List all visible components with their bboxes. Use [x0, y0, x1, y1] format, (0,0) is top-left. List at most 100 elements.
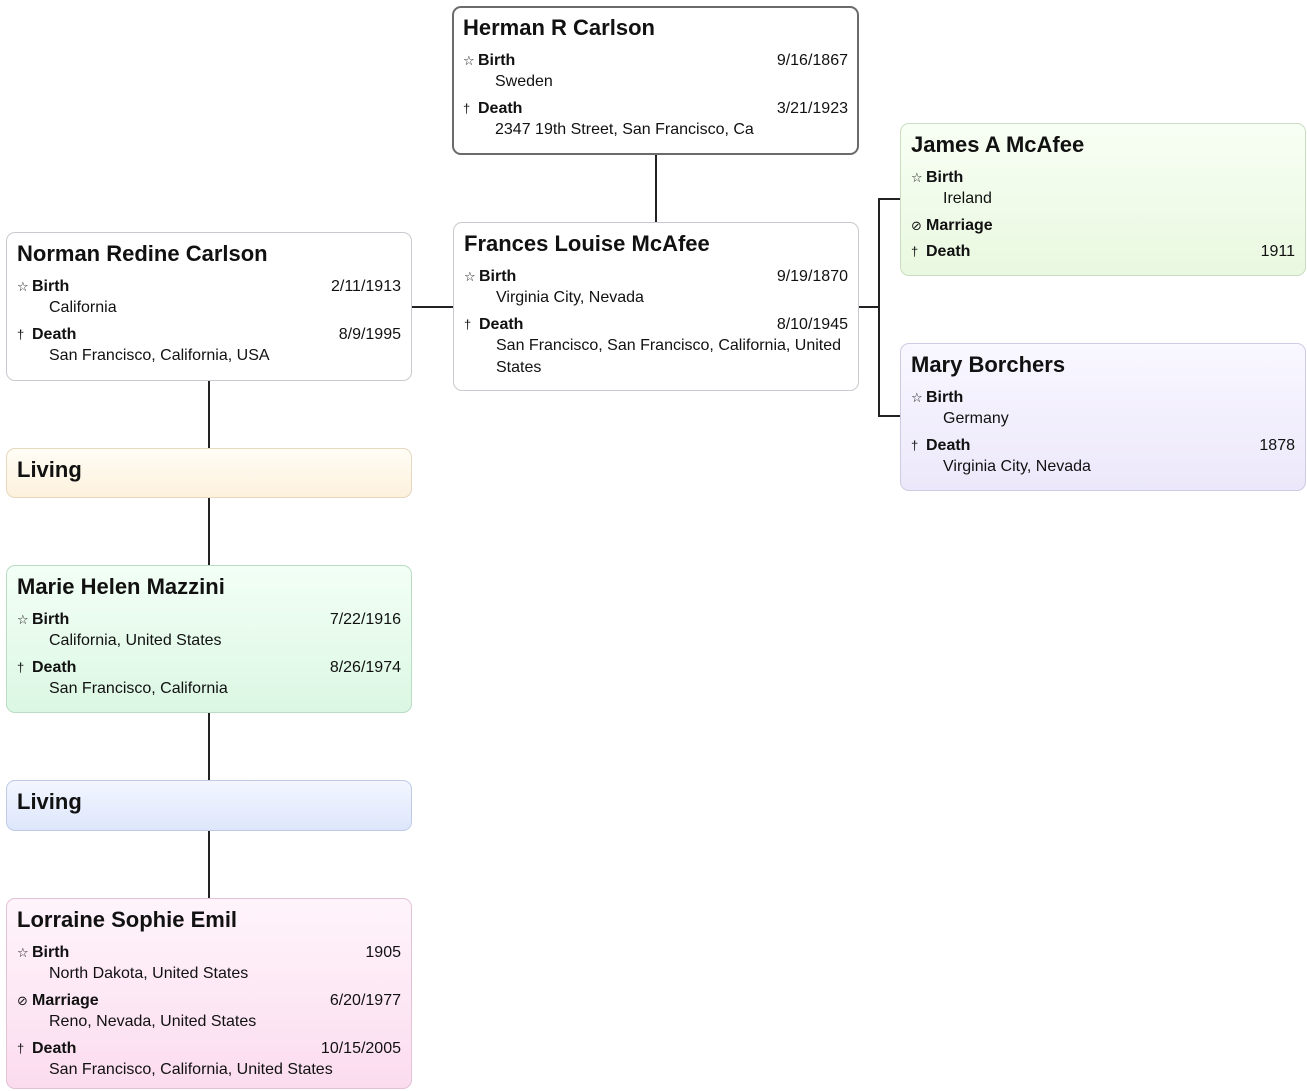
connector-marie-living2: [208, 712, 210, 781]
event-marriage: ⊘ Marriage 6/20/1977 Reno, Nevada, United S…: [17, 991, 401, 1033]
event-birth: ☆ Birth Germany: [911, 388, 1295, 430]
event-label: Death: [32, 1040, 77, 1057]
person-card-herman[interactable]: Herman R Carlson ☆ Birth 9/16/1867 Sweden † D…: [452, 6, 859, 155]
event-date: 1905: [365, 944, 401, 961]
person-name: Lorraine Sophie Emil: [17, 907, 238, 932]
event-place: North Dakota, United States: [49, 965, 249, 982]
event-date: 3/21/1923: [776, 100, 848, 117]
birth-star-icon: ☆: [463, 53, 475, 68]
person-card-james[interactable]: James A McAfee ☆ Birth Ireland ⊘ Marriage † De…: [900, 123, 1306, 276]
person-name: James A McAfee: [911, 132, 1085, 157]
event-death: † Death 8/9/1995 San Francisco, California,…: [17, 325, 401, 367]
birth-star-icon: ☆: [464, 269, 476, 284]
connector-to-james: [878, 198, 900, 200]
connector-norman-living1: [208, 380, 210, 448]
person-card-marie[interactable]: Marie Helen Mazzini ☆ Birth 7/22/1916 Calif…: [6, 565, 412, 713]
event-place: California: [49, 299, 117, 316]
event-label: Birth: [478, 52, 516, 69]
event-date: 8/10/1945: [776, 316, 848, 333]
person-name: Norman Redine Carlson: [17, 241, 268, 266]
event-birth: ☆ Birth Ireland: [911, 168, 1295, 210]
event-death: † Death 3/21/1923 2347 19th Street, San Fra…: [463, 99, 848, 141]
marriage-rings-icon: ⊘: [17, 993, 28, 1008]
person-name: Herman R Carlson: [463, 15, 655, 40]
death-cross-icon: †: [17, 660, 25, 675]
event-label: Birth: [926, 389, 964, 406]
event-date: 1911: [1260, 243, 1295, 260]
person-name: Marie Helen Mazzini: [17, 574, 225, 599]
event-place: California, United States: [49, 632, 222, 649]
event-birth: ☆ Birth 9/19/1870 Virginia City, Nevada: [464, 267, 848, 309]
event-date: 9/19/1870: [776, 268, 848, 285]
event-place: San Francisco, San Francisco, California…: [496, 337, 842, 376]
event-label: Death: [926, 243, 971, 260]
birth-star-icon: ☆: [17, 279, 29, 294]
person-card-lorraine[interactable]: Lorraine Sophie Emil ☆ Birth 1905 North Dak…: [6, 898, 412, 1089]
event-label: Death: [479, 316, 524, 333]
event-place: 2347 19th Street, San Francisco, Ca: [495, 121, 754, 138]
person-card-frances[interactable]: Frances Louise McAfee ☆ Birth 9/19/1870 Vir…: [453, 222, 859, 391]
death-cross-icon: †: [463, 101, 471, 116]
event-place: Virginia City, Nevada: [943, 458, 1091, 475]
event-label: Death: [32, 326, 77, 343]
event-date: 7/22/1916: [329, 611, 401, 628]
death-cross-icon: †: [464, 317, 472, 332]
event-birth: ☆ Birth 2/11/1913 California: [17, 277, 401, 319]
event-place: Ireland: [943, 190, 992, 207]
event-death: † Death 1911: [911, 242, 1295, 262]
event-label: Death: [32, 659, 77, 676]
marriage-rings-icon: ⊘: [911, 218, 922, 233]
connector-parents-bracket: [878, 198, 880, 416]
event-label: Birth: [926, 169, 964, 186]
event-label: Birth: [32, 611, 70, 628]
event-label: Birth: [479, 268, 517, 285]
event-date: 8/26/1974: [329, 659, 401, 676]
event-place: Sweden: [495, 73, 553, 90]
person-card-norman[interactable]: Norman Redine Carlson ☆ Birth 2/11/1913 Cal…: [6, 232, 412, 381]
person-name: Living: [17, 789, 82, 814]
event-date: 1878: [1259, 437, 1295, 454]
event-place: Virginia City, Nevada: [496, 289, 644, 306]
event-date: 2/11/1913: [331, 278, 401, 295]
person-card-mary[interactable]: Mary Borchers ☆ Birth Germany † Death 1878 Vir…: [900, 343, 1306, 491]
event-label: Birth: [32, 944, 70, 961]
event-date: 9/16/1867: [776, 52, 848, 69]
birth-star-icon: ☆: [911, 170, 923, 185]
event-place: Reno, Nevada, United States: [49, 1013, 257, 1030]
person-name: Frances Louise McAfee: [464, 231, 710, 256]
connector-to-mary: [878, 415, 900, 417]
birth-star-icon: ☆: [911, 390, 923, 405]
event-death: † Death 8/26/1974 San Francisco, California: [17, 658, 401, 700]
event-birth: ☆ Birth 9/16/1867 Sweden: [463, 51, 848, 93]
event-date: 6/20/1977: [329, 992, 401, 1009]
event-date: 10/15/2005: [320, 1040, 401, 1057]
event-place: San Francisco, California, United States: [49, 1061, 333, 1078]
event-death: † Death 1878 Virginia City, Nevada: [911, 436, 1295, 478]
event-death: † Death 8/10/1945 San Francisco, San Franci…: [464, 315, 848, 379]
event-label: Marriage: [926, 217, 993, 234]
event-date: 8/9/1995: [338, 326, 401, 343]
event-label: Death: [926, 437, 971, 454]
event-birth: ☆ Birth 1905 North Dakota, United States: [17, 943, 401, 985]
event-place: Germany: [943, 410, 1009, 427]
connector-herman-frances: [655, 154, 657, 222]
event-death: † Death 10/15/2005 San Francisco, Californi…: [17, 1039, 401, 1081]
event-place: San Francisco, California: [49, 680, 228, 697]
death-cross-icon: †: [911, 438, 919, 453]
event-marriage: ⊘ Marriage: [911, 216, 1295, 236]
death-cross-icon: †: [17, 327, 25, 342]
connector-living1-marie: [208, 497, 210, 566]
person-card-living-2[interactable]: Living: [6, 780, 412, 831]
event-label: Marriage: [32, 992, 99, 1009]
person-name: Mary Borchers: [911, 352, 1066, 377]
connector-frances-parents: [858, 306, 878, 308]
event-label: Birth: [32, 278, 70, 295]
death-cross-icon: †: [911, 244, 919, 259]
birth-star-icon: ☆: [17, 945, 29, 960]
event-place: San Francisco, California, USA: [49, 347, 270, 364]
death-cross-icon: †: [17, 1041, 25, 1056]
person-name: Living: [17, 457, 82, 482]
event-birth: ☆ Birth 7/22/1916 California, United States: [17, 610, 401, 652]
birth-star-icon: ☆: [17, 612, 29, 627]
person-card-living-1[interactable]: Living: [6, 448, 412, 498]
